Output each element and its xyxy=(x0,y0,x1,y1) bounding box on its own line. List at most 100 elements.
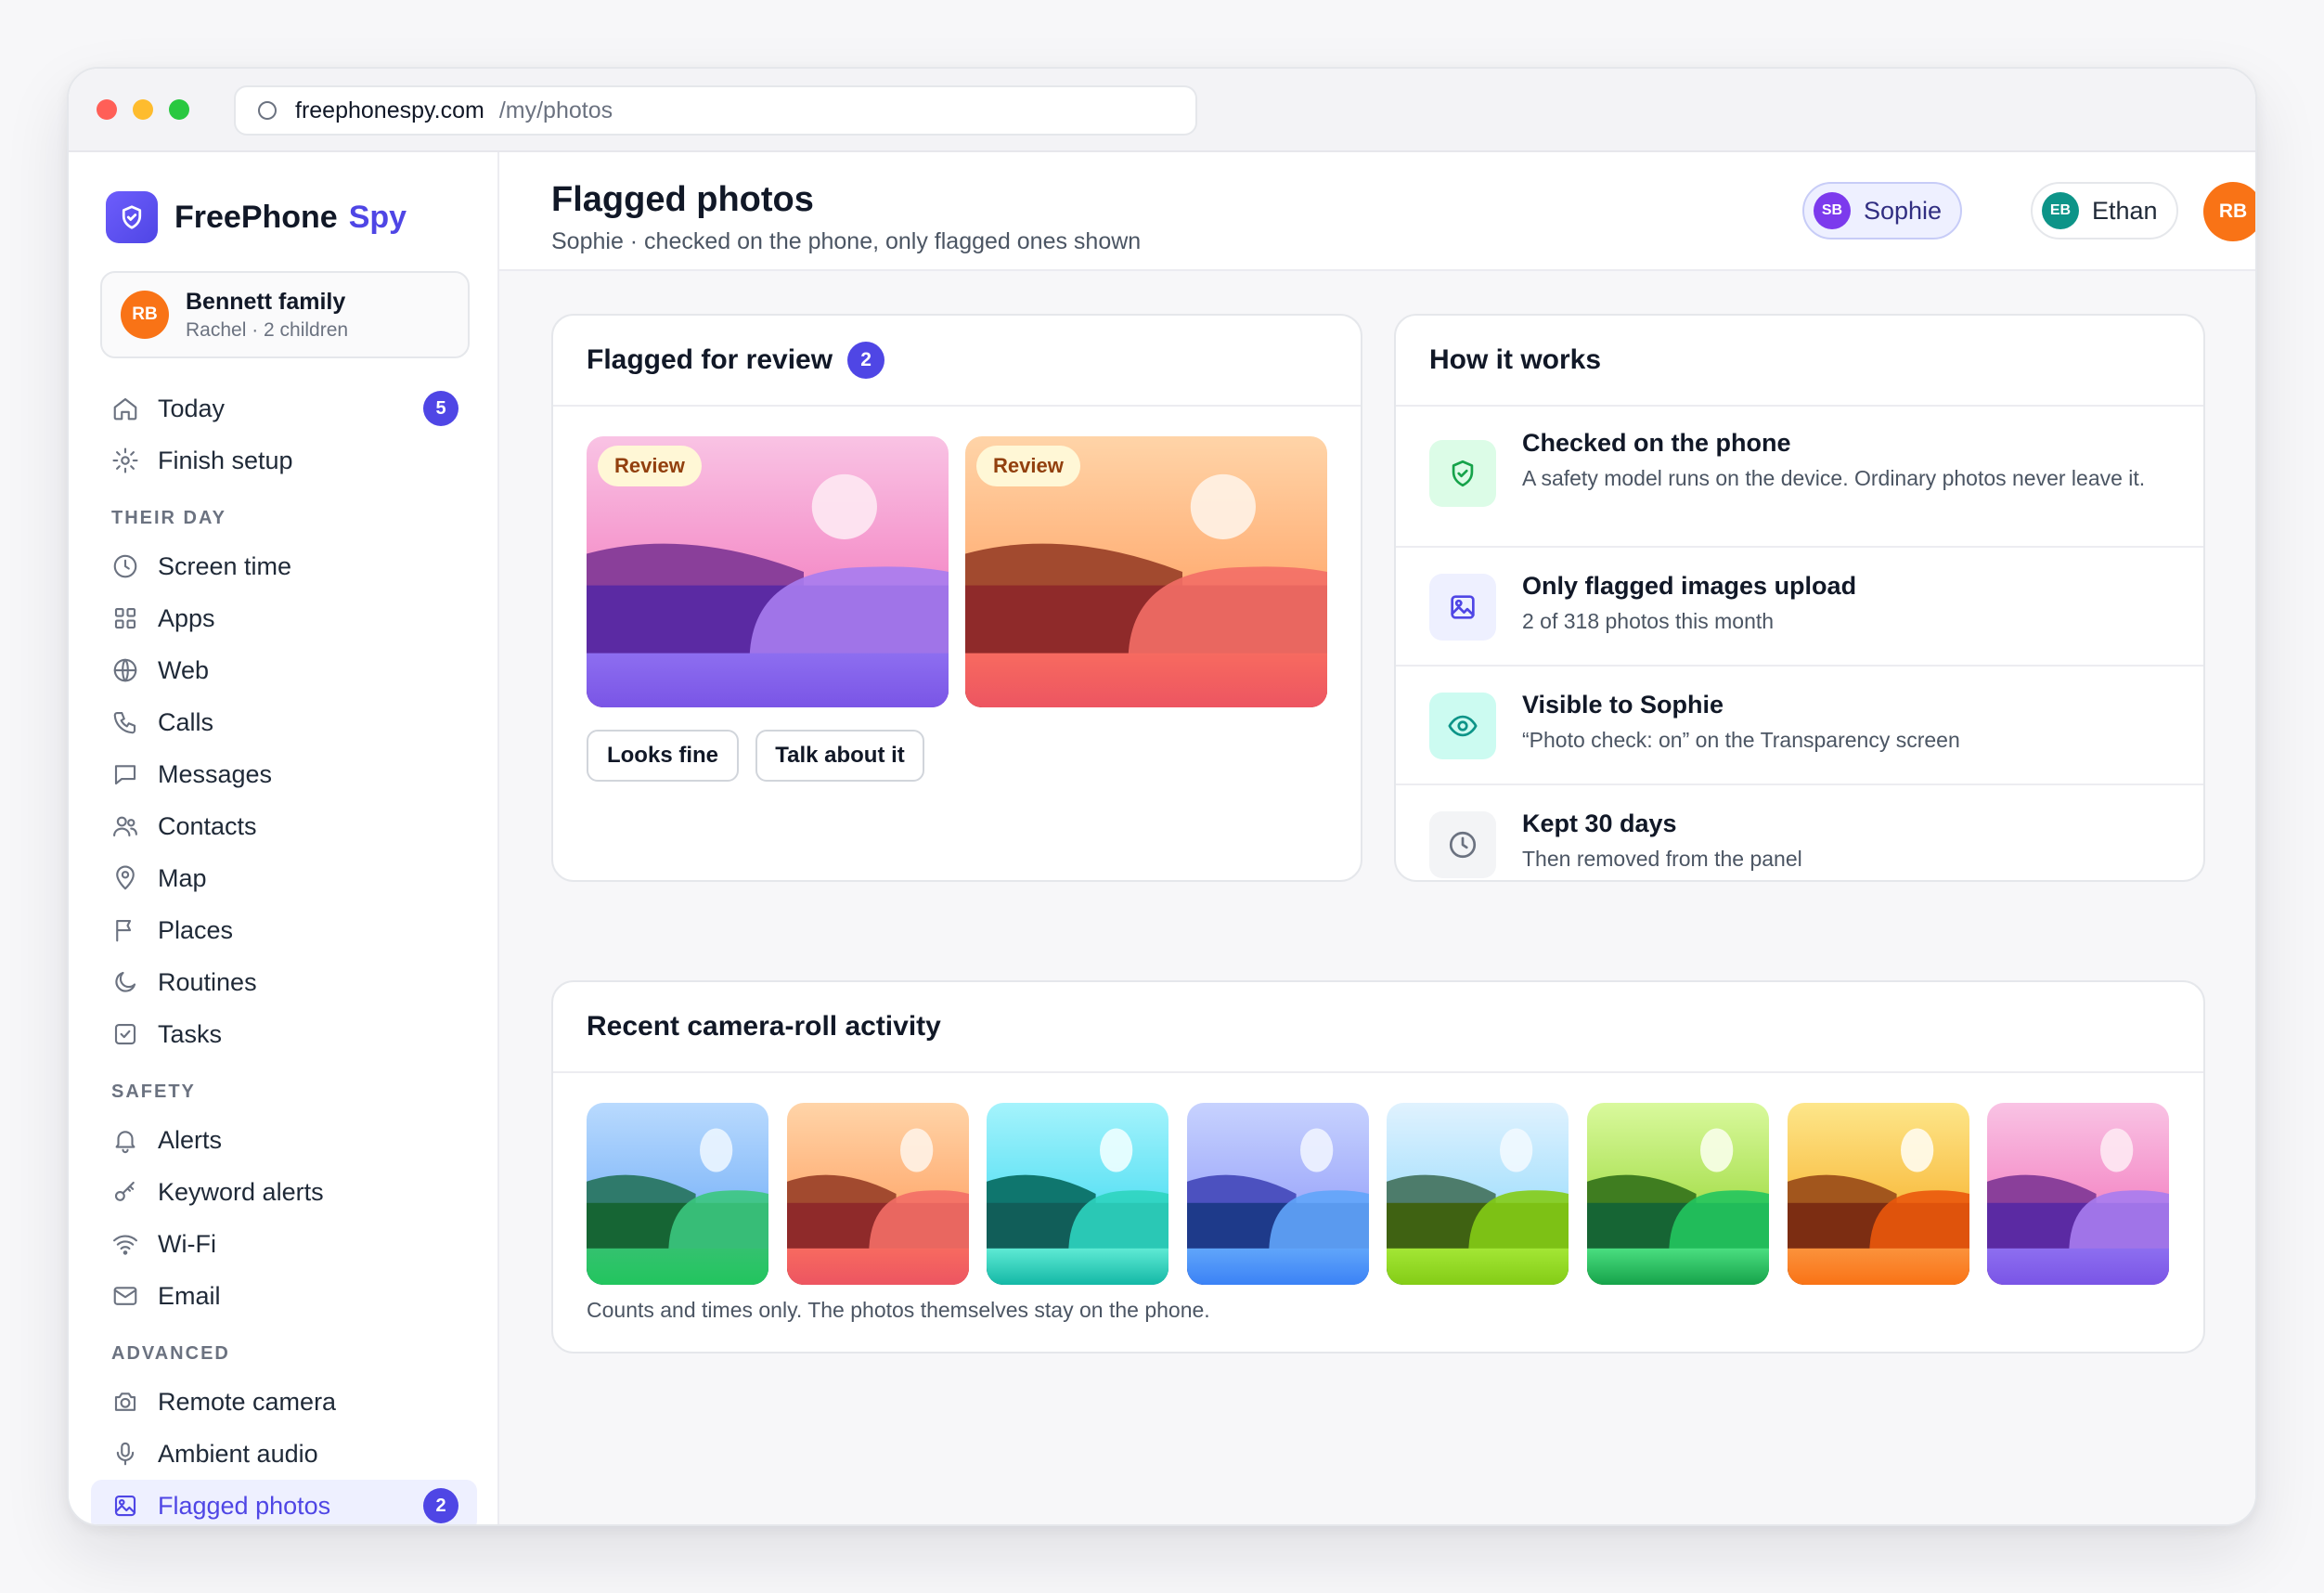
how-row-title: Kept 30 days xyxy=(1522,809,1677,837)
sidebar-item-label: Ambient audio xyxy=(158,1439,318,1468)
brand-accent: Spy xyxy=(348,199,407,235)
clock-icon xyxy=(111,552,158,580)
browser-window: freephonespy.com /my/photos FreePhone Sp… xyxy=(67,67,2257,1526)
sidebar-item-label: Routines xyxy=(158,967,257,996)
family-detail: Rachel · 2 children xyxy=(186,318,349,341)
camera-icon xyxy=(111,1388,158,1416)
sidebar-item-label: Email xyxy=(158,1281,221,1310)
sidebar-item-label: Map xyxy=(158,863,207,892)
how-row-detail: Then removed from the panel xyxy=(1522,847,1802,871)
camera-roll-thumbnail[interactable] xyxy=(786,1103,969,1285)
checkbox-icon xyxy=(111,1020,158,1048)
sidebar-item-label: Finish setup xyxy=(158,446,293,474)
recent-activity-card: Recent camera-roll activity Counts and t… xyxy=(551,980,2205,1353)
flagged-photo[interactable]: Review xyxy=(587,436,949,707)
review-tag: Review xyxy=(598,446,702,486)
how-it-works-row: Kept 30 days Then removed from the panel xyxy=(1396,785,2203,880)
sidebar-item-places[interactable]: Places xyxy=(91,904,477,956)
wifi-icon xyxy=(111,1230,158,1258)
page-header: Flagged photos Sophie · checked on the p… xyxy=(499,152,2255,271)
sidebar-item-map[interactable]: Map xyxy=(91,852,477,904)
flagged-card-title: Flagged for review xyxy=(587,344,833,375)
sidebar-item-calls[interactable]: Calls xyxy=(91,696,477,748)
child-avatar: SB xyxy=(1814,192,1851,229)
user-avatar[interactable]: RB xyxy=(2203,182,2255,241)
sidebar-item-web[interactable]: Web xyxy=(91,644,477,696)
page-subtitle: Sophie · checked on the phone, only flag… xyxy=(551,228,1142,254)
sidebar-section-title: THEIR DAY xyxy=(111,508,226,528)
sidebar-item-routines[interactable]: Routines xyxy=(91,956,477,1008)
flagged-card-header: Flagged for review 2 xyxy=(553,316,1361,407)
talk-about-it-button[interactable]: Talk about it xyxy=(755,730,924,782)
sidebar-item-label: Flagged photos xyxy=(158,1491,331,1520)
flagged-photo[interactable]: Review xyxy=(965,436,1327,707)
flagged-card: Flagged for review 2 Review Review Looks… xyxy=(551,314,1362,882)
family-avatar: RB xyxy=(121,291,169,339)
how-row-detail: A safety model runs on the device. Ordin… xyxy=(1522,466,2146,490)
maximize-window-button[interactable] xyxy=(169,99,189,120)
image-icon xyxy=(1429,574,1496,641)
sidebar-item-flagged-photos[interactable]: Flagged photos 2 xyxy=(91,1480,477,1524)
child-avatar: EB xyxy=(2042,192,2079,229)
how-it-works-card: How it works Checked on the phone A safet… xyxy=(1394,314,2205,882)
image-icon xyxy=(111,1492,158,1520)
sidebar-item-contacts[interactable]: Contacts xyxy=(91,800,477,852)
close-window-button[interactable] xyxy=(97,99,117,120)
child-tab-sophie[interactable]: SB Sophie xyxy=(1802,182,1963,240)
how-row-title: Visible to Sophie xyxy=(1522,691,1724,719)
key-icon xyxy=(111,1178,158,1206)
sidebar-item-wi-fi[interactable]: Wi-Fi xyxy=(91,1218,477,1270)
sidebar-item-alerts[interactable]: Alerts xyxy=(91,1114,477,1166)
sidebar-section-title: SAFETY xyxy=(111,1081,196,1102)
family-switcher[interactable]: RB Bennett family Rachel · 2 children xyxy=(100,271,470,358)
users-icon xyxy=(111,812,158,840)
sidebar-item-tasks[interactable]: Tasks xyxy=(91,1008,477,1060)
camera-roll-thumbnail[interactable] xyxy=(1387,1103,1569,1285)
how-it-works-header: How it works xyxy=(1396,316,2203,407)
moon-icon xyxy=(111,968,158,996)
sidebar-item-keyword-alerts[interactable]: Keyword alerts xyxy=(91,1166,477,1218)
clock-icon xyxy=(1429,811,1496,878)
flagged-count-badge: 2 xyxy=(847,342,885,379)
camera-roll-thumbnail[interactable] xyxy=(1587,1103,1769,1285)
sidebar-item-apps[interactable]: Apps xyxy=(91,592,477,644)
sidebar-item-screen-time[interactable]: Screen time xyxy=(91,540,477,592)
main-content: Flagged for review 2 Review Review Looks… xyxy=(499,271,2255,1524)
brand[interactable]: FreePhone Spy xyxy=(106,191,407,243)
how-it-works-row: Only flagged images upload 2 of 318 photo… xyxy=(1396,548,2203,667)
sidebar-item-label: Apps xyxy=(158,603,215,632)
camera-roll-thumbnail[interactable] xyxy=(587,1103,768,1285)
eye-icon xyxy=(1429,693,1496,759)
sidebar-item-remote-camera[interactable]: Remote camera xyxy=(91,1376,477,1428)
sidebar-item-messages[interactable]: Messages xyxy=(91,748,477,800)
sidebar-item-ambient-audio[interactable]: Ambient audio xyxy=(91,1428,477,1480)
sidebar-item-finish-setup[interactable]: Finish setup xyxy=(91,434,477,486)
sidebar-item-label: Messages xyxy=(158,759,273,788)
page-title: Flagged photos xyxy=(551,180,814,219)
how-it-works-row: Visible to Sophie “Photo check: on” on th… xyxy=(1396,667,2203,785)
sidebar-item-label: Screen time xyxy=(158,551,292,580)
how-row-detail: 2 of 318 photos this month xyxy=(1522,609,1775,633)
home-icon xyxy=(111,395,158,422)
sidebar-item-label: Keyword alerts xyxy=(158,1177,324,1206)
sidebar-item-label: Places xyxy=(158,915,234,944)
sidebar-item-today[interactable]: Today 5 xyxy=(91,382,477,434)
sidebar-item-email[interactable]: Email xyxy=(91,1270,477,1322)
camera-roll-thumbnail[interactable] xyxy=(1186,1103,1369,1285)
camera-roll-thumbnail[interactable] xyxy=(1987,1103,2170,1285)
sidebar-item-label: Contacts xyxy=(158,811,257,840)
child-tab-ethan[interactable]: EB Ethan xyxy=(2031,182,2178,240)
sidebar-item-label: Calls xyxy=(158,707,214,736)
camera-roll-thumbnail[interactable] xyxy=(987,1103,1169,1285)
camera-roll-thumbnail[interactable] xyxy=(1787,1103,1969,1285)
message-icon xyxy=(111,760,158,788)
looks-fine-button[interactable]: Looks fine xyxy=(587,730,739,782)
minimize-window-button[interactable] xyxy=(133,99,153,120)
gear-icon xyxy=(111,447,158,474)
globe-icon xyxy=(111,656,158,684)
address-bar[interactable]: freephonespy.com /my/photos xyxy=(234,85,1197,136)
url-path: /my/photos xyxy=(498,97,613,123)
map-pin-icon xyxy=(111,864,158,892)
sidebar: FreePhone Spy RB Bennett family Rachel ·… xyxy=(69,152,499,1524)
sidebar-count-badge: 2 xyxy=(423,1488,458,1523)
